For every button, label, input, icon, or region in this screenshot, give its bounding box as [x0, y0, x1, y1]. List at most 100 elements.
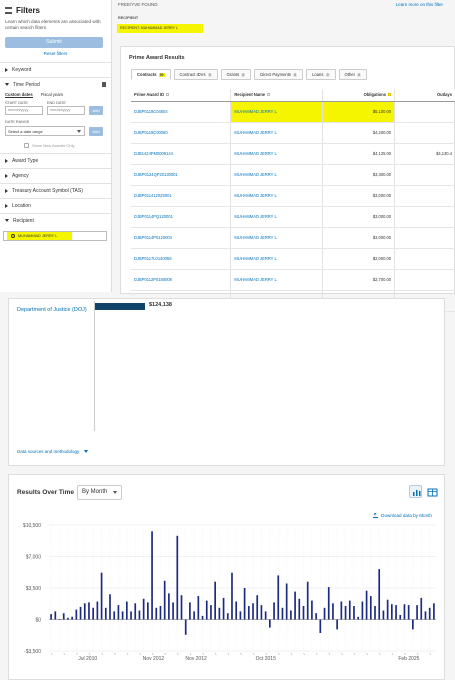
month-bar[interactable] — [298, 598, 301, 620]
month-bar[interactable] — [226, 613, 229, 620]
month-bar[interactable] — [416, 605, 418, 620]
month-bar[interactable] — [104, 607, 107, 620]
month-bar[interactable] — [100, 572, 103, 620]
award-id-cell[interactable]: DJBP0114PQ120001 — [131, 206, 232, 228]
table-row[interactable]: DJBP0114P0120003 MUHAMMAD JERRY L $3,000.0… — [131, 227, 455, 249]
month-bar[interactable] — [109, 594, 111, 620]
table-row[interactable]: DJBP0112P0180008 MUHAMMAD JERRY L $2,700.0… — [131, 269, 455, 291]
submit-button[interactable]: Submit — [5, 37, 103, 48]
sort-icon[interactable] — [267, 93, 271, 97]
month-bar[interactable] — [247, 606, 250, 620]
month-bar[interactable] — [54, 611, 57, 620]
new-awards-checkbox[interactable] — [24, 143, 29, 148]
month-bar[interactable] — [361, 601, 364, 620]
table-row[interactable]: DJB1424PM0009144 MUHAMMAD JERRY L $4,125.0… — [131, 143, 455, 165]
month-bar[interactable] — [390, 604, 393, 620]
recipient-name-cell[interactable]: MUHAMMAD JERRY L — [230, 122, 324, 144]
month-bar[interactable] — [319, 619, 322, 634]
month-bar[interactable] — [92, 607, 95, 620]
month-bar[interactable] — [433, 603, 435, 620]
month-bar[interactable] — [197, 596, 200, 620]
award-id-cell[interactable]: DJBP0112P0180008 — [131, 269, 232, 291]
month-bar[interactable] — [159, 606, 162, 620]
agency-section[interactable]: Agency — [0, 168, 111, 183]
month-bar[interactable] — [189, 602, 191, 620]
month-bar[interactable] — [172, 602, 174, 620]
month-bar[interactable] — [134, 603, 137, 620]
month-bar[interactable] — [395, 605, 397, 620]
month-bar[interactable] — [327, 587, 330, 620]
recipient-search-input[interactable]: MUHAMMAD JERRY L — [3, 231, 107, 241]
month-bar[interactable] — [155, 607, 158, 620]
table-row[interactable]: DJBP0118C04604 MUHAMMAD JERRY L $5,100.00 — [131, 101, 455, 123]
month-bar[interactable] — [176, 535, 179, 620]
month-bar[interactable] — [256, 595, 259, 620]
award-id-cell[interactable]: DJBP0117L0140069 — [131, 248, 232, 270]
end-date-input[interactable]: mm/dd/yyyy — [47, 106, 85, 115]
month-bar[interactable] — [424, 611, 427, 620]
month-bar[interactable] — [336, 619, 338, 630]
month-bar[interactable] — [50, 614, 52, 620]
column-header-outlays[interactable]: Outlays — [394, 89, 455, 102]
start-date-input[interactable]: mm/dd/yyyy — [5, 106, 43, 115]
month-bar[interactable] — [252, 603, 254, 620]
month-bar[interactable] — [348, 600, 351, 620]
sort-icon[interactable] — [166, 93, 170, 97]
month-bar[interactable] — [163, 580, 166, 620]
tas-section[interactable]: Treasury Account Symbol (TAS) — [0, 183, 111, 198]
month-bar[interactable] — [147, 602, 149, 620]
month-bar[interactable] — [205, 600, 208, 620]
month-bar[interactable] — [79, 606, 82, 620]
agency-name-label[interactable]: Department of Justice (DOJ) — [17, 307, 87, 313]
column-header-award-id[interactable]: Prime Award ID — [131, 89, 232, 102]
recipient-name-cell[interactable]: MUHAMMAD JERRY L — [230, 227, 324, 249]
award-id-cell[interactable]: DJBP0124QP20130001 — [131, 164, 232, 186]
month-bar[interactable] — [332, 603, 334, 620]
award-id-cell[interactable]: DJBP0118C04604 — [131, 101, 232, 123]
month-bar[interactable] — [138, 610, 141, 620]
award-id-cell[interactable]: DJBP0119C00060 — [131, 122, 232, 144]
month-bar[interactable] — [311, 600, 313, 620]
month-bar[interactable] — [210, 605, 212, 620]
trash-icon[interactable] — [102, 82, 106, 87]
month-bar[interactable] — [151, 531, 153, 620]
award-id-cell[interactable]: DJBP0114120Z0001 — [131, 185, 232, 207]
award-type-section[interactable]: Award Type — [0, 153, 111, 168]
month-bar[interactable] — [277, 575, 280, 620]
location-section[interactable]: Location — [0, 198, 111, 213]
month-bar[interactable] — [222, 597, 225, 620]
column-header-recipient[interactable]: Recipient Name — [230, 89, 324, 102]
tab-other[interactable]: Other 0 — [338, 69, 368, 80]
month-bar[interactable] — [121, 611, 124, 620]
month-bar[interactable] — [193, 611, 195, 620]
date-range-select[interactable]: Select a date range — [5, 126, 85, 136]
month-bar[interactable] — [67, 617, 69, 620]
month-bar[interactable] — [168, 593, 170, 620]
month-bar[interactable] — [58, 619, 61, 620]
methodology-link[interactable]: Data sources and methodology — [17, 449, 88, 454]
month-bar[interactable] — [306, 581, 309, 620]
month-bar[interactable] — [412, 619, 414, 630]
month-bar[interactable] — [125, 601, 128, 620]
month-bar[interactable] — [142, 598, 145, 620]
month-bar[interactable] — [428, 607, 431, 620]
add-date-button[interactable]: Add — [89, 106, 103, 115]
month-bar[interactable] — [285, 583, 288, 620]
month-bar[interactable] — [239, 611, 242, 620]
month-bar[interactable] — [386, 599, 389, 620]
month-bar[interactable] — [269, 619, 271, 628]
month-bar[interactable] — [75, 609, 78, 620]
month-bar[interactable] — [369, 596, 372, 620]
month-bar[interactable] — [273, 602, 275, 620]
month-bar[interactable] — [88, 602, 90, 620]
month-bar[interactable] — [420, 597, 423, 620]
tab-contract-idvs[interactable]: Contract IDVs 0 — [173, 69, 218, 80]
agency-bar[interactable] — [95, 303, 145, 310]
month-bar[interactable] — [62, 613, 65, 620]
tab-contracts[interactable]: Contracts 50 — [131, 69, 171, 80]
recipient-name-cell[interactable]: MUHAMMAD JERRY L — [230, 248, 324, 270]
table-row[interactable]: DJBP0117L0140069 MUHAMMAD JERRY L $2,000.0… — [131, 248, 455, 270]
tab-direct-payments[interactable]: Direct Payments 0 — [254, 69, 304, 80]
table-row[interactable]: DJBP0119C00060 MUHAMMAD JERRY L $4,200.00 — [131, 122, 455, 144]
month-bar[interactable] — [365, 590, 368, 620]
